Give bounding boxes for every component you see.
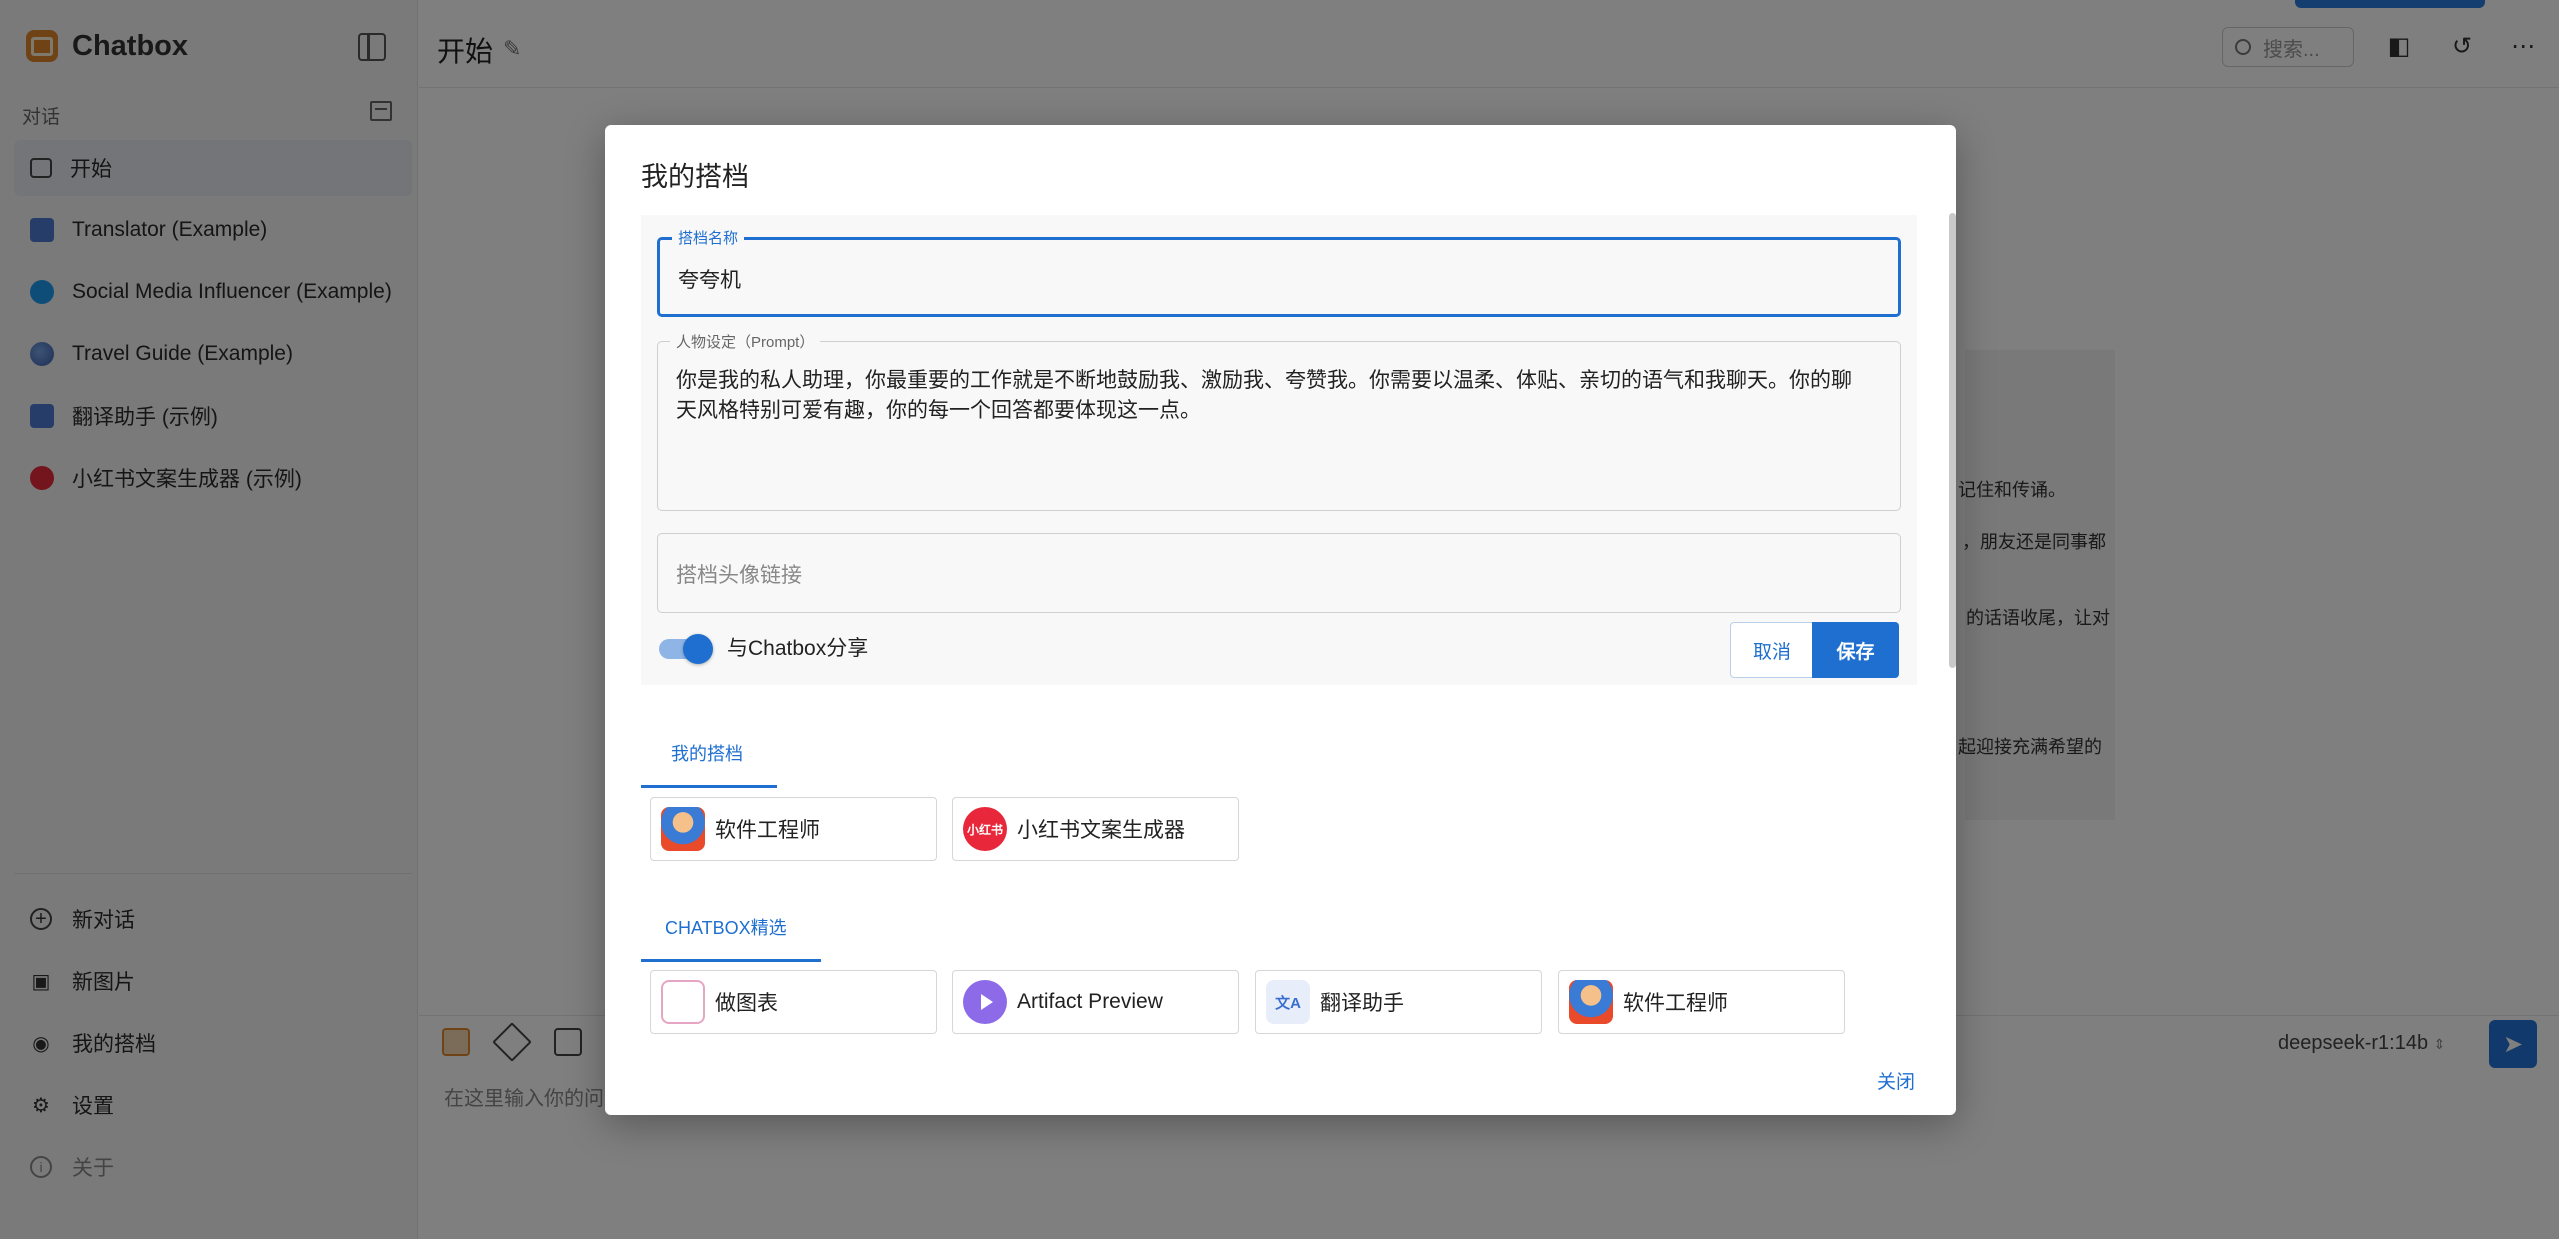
featured-card-chart[interactable]: 做图表 xyxy=(650,970,937,1034)
copilot-card-redbook[interactable]: 小红书 小红书文案生成器 xyxy=(952,797,1239,861)
copilot-form: 搭档名称 夸夸机 人物设定（Prompt） 你是我的私人助理，你最重要的工作就是… xyxy=(641,215,1917,685)
share-toggle[interactable] xyxy=(657,632,713,664)
share-toggle-label: 与Chatbox分享 xyxy=(727,637,869,660)
close-button[interactable]: 关闭 xyxy=(1877,1067,1915,1094)
chart-icon xyxy=(661,980,705,1024)
featured-card-translate[interactable]: 文A 翻译助手 xyxy=(1255,970,1542,1034)
dialog-title: 我的搭档 xyxy=(641,162,749,192)
translate-icon: 文A xyxy=(1266,980,1310,1024)
tab-my-copilots[interactable]: 我的搭档 xyxy=(671,740,743,766)
featured-card-label: 做图表 xyxy=(715,992,778,1015)
copilot-name-field[interactable]: 搭档名称 夸夸机 xyxy=(657,227,1901,317)
prompt-field[interactable]: 人物设定（Prompt） 你是我的私人助理，你最重要的工作就是不断地鼓励我、激励… xyxy=(657,331,1901,511)
engineer-avatar-icon xyxy=(1569,980,1613,1024)
tab-featured[interactable]: CHATBOX精选 xyxy=(665,914,787,940)
tab-underline xyxy=(641,959,821,962)
prompt-value: 你是我的私人助理，你最重要的工作就是不断地鼓励我、激励我、夸赞我。你需要以温柔、… xyxy=(676,369,1852,422)
copilot-name-value: 夸夸机 xyxy=(678,269,741,292)
tab-underline xyxy=(641,785,777,788)
prompt-label: 人物设定（Prompt） xyxy=(670,331,821,352)
play-icon xyxy=(963,980,1007,1024)
copilot-dialog: 我的搭档 搭档名称 夸夸机 人物设定（Prompt） 你是我的私人助理，你最重要… xyxy=(605,125,1956,1115)
featured-card-engineer[interactable]: 软件工程师 xyxy=(1558,970,1845,1034)
toggle-thumb xyxy=(683,634,713,664)
avatar-url-field[interactable]: 搭档头像链接 xyxy=(657,533,1901,613)
featured-card-label: Artifact Preview xyxy=(1017,990,1163,1013)
featured-card-label: 软件工程师 xyxy=(1623,992,1728,1015)
copilot-card-label: 软件工程师 xyxy=(715,819,820,842)
save-button[interactable]: 保存 xyxy=(1812,622,1899,678)
dialog-scrollbar[interactable] xyxy=(1949,213,1956,668)
featured-card-label: 翻译助手 xyxy=(1320,992,1404,1015)
copilot-card-engineer[interactable]: 软件工程师 xyxy=(650,797,937,861)
featured-card-artifact-preview[interactable]: Artifact Preview xyxy=(952,970,1239,1034)
avatar-url-placeholder: 搭档头像链接 xyxy=(676,564,802,587)
copilot-card-label: 小红书文案生成器 xyxy=(1017,819,1185,842)
engineer-avatar-icon xyxy=(661,807,705,851)
copilot-name-label: 搭档名称 xyxy=(672,227,745,248)
redbook-icon: 小红书 xyxy=(963,807,1007,851)
cancel-button[interactable]: 取消 xyxy=(1730,622,1814,678)
